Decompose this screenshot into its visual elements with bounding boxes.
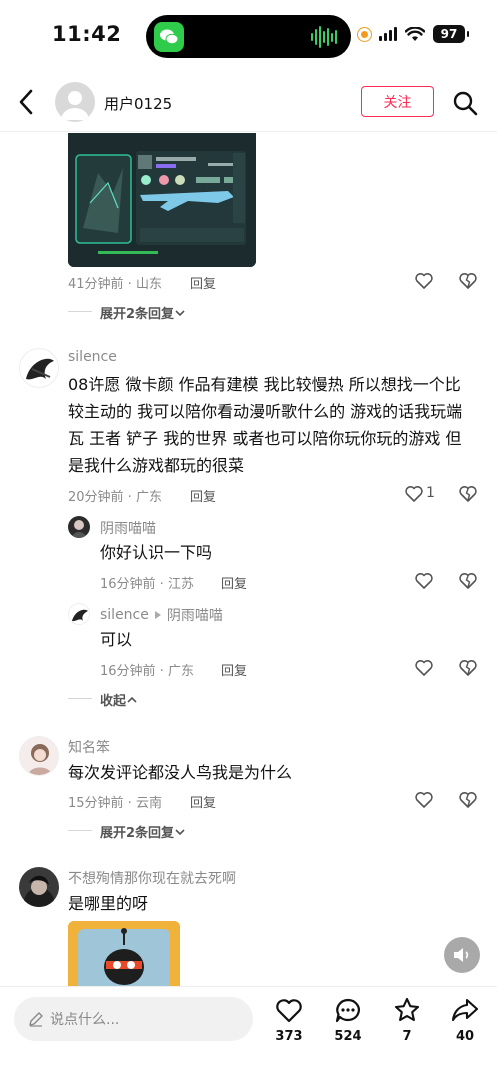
- pencil-icon: [29, 1012, 43, 1027]
- replier-name[interactable]: silence: [100, 607, 149, 623]
- collapse-replies-button[interactable]: 收起: [100, 690, 138, 709]
- like-count: 1: [426, 485, 435, 501]
- search-icon[interactable]: [452, 90, 478, 116]
- dynamic-island: [146, 15, 351, 58]
- reply-text: 可以: [100, 630, 133, 649]
- heart-icon[interactable]: [414, 790, 434, 810]
- reply-to-arrow-icon: [154, 611, 161, 619]
- reply-button[interactable]: 回复: [190, 486, 216, 505]
- wechat-icon: [154, 22, 184, 52]
- reply-header: silence 阴雨喵喵: [100, 605, 223, 625]
- comment-button[interactable]: 524: [328, 997, 368, 1044]
- comment-icon: [335, 998, 360, 1023]
- broken-heart-icon[interactable]: [458, 484, 478, 504]
- star-icon: [394, 997, 420, 1022]
- commenter-name[interactable]: 知名笨: [68, 737, 110, 757]
- comment-list[interactable]: 41分钟前 · 山东 回复 展开2条回复 silence 08许愿 微卡颜 作品…: [0, 133, 497, 986]
- reply-meta: 16分钟前 · 江苏: [100, 577, 194, 592]
- comment-image-toy[interactable]: [68, 921, 180, 986]
- like-count: 373: [275, 1029, 303, 1044]
- comment-input[interactable]: 说点什么...: [14, 997, 253, 1041]
- bottom-action-bar: 说点什么... 373 524 7 40: [0, 986, 497, 1080]
- chevron-down-icon: [175, 828, 185, 835]
- chevron-up-icon: [127, 696, 137, 703]
- status-time: 11:42: [52, 22, 122, 46]
- reply-meta: 16分钟前 · 广东: [100, 664, 194, 679]
- reply-text: 你好认识一下吗: [100, 543, 213, 562]
- reply-target-name[interactable]: 阴雨喵喵: [167, 605, 223, 625]
- comment-input-placeholder: 说点什么...: [50, 1012, 120, 1028]
- replier-name[interactable]: 阴雨喵喵: [100, 518, 156, 538]
- profile-header: 用户0125 关注: [0, 74, 497, 132]
- chevron-left-icon[interactable]: [16, 88, 38, 116]
- cellular-signal-icon: [379, 27, 397, 41]
- favorite-count: 7: [402, 1029, 412, 1044]
- reply-button[interactable]: 回复: [190, 273, 216, 292]
- comment-text: 是哪里的呀: [68, 894, 149, 913]
- comment-meta: 41分钟前 · 山东: [68, 277, 162, 292]
- broken-heart-icon[interactable]: [458, 271, 478, 291]
- comment-text: 每次发评论都没人鸟我是为什么: [68, 763, 293, 782]
- replier-avatar[interactable]: [68, 603, 90, 625]
- favorite-button[interactable]: 7: [387, 997, 427, 1044]
- commenter-name[interactable]: 不想殉情那你现在就去死啊: [68, 868, 236, 888]
- commenter-avatar[interactable]: [19, 867, 59, 907]
- comment-count: 524: [334, 1029, 362, 1044]
- comment-text: 08许愿 微卡颜 作品有建模 我比较慢热 所以想找一个比较主动的 我可以陪你看动…: [68, 375, 463, 475]
- recording-indicator-icon: [358, 27, 371, 41]
- user-avatar[interactable]: [55, 82, 95, 122]
- reply-button[interactable]: 回复: [190, 792, 216, 811]
- heart-icon[interactable]: [404, 484, 424, 504]
- follow-button[interactable]: 关注: [361, 86, 434, 117]
- heart-icon[interactable]: [414, 658, 434, 678]
- commenter-avatar[interactable]: [19, 736, 59, 776]
- expand-replies-button[interactable]: 展开2条回复: [100, 822, 186, 841]
- share-button[interactable]: 40: [445, 997, 485, 1044]
- header-username[interactable]: 用户0125: [104, 93, 172, 114]
- heart-icon: [276, 999, 302, 1023]
- sound-toggle-button[interactable]: [444, 937, 480, 973]
- comment-meta: 15分钟前 · 云南: [68, 796, 162, 811]
- speaker-icon: [454, 948, 469, 962]
- comment-meta: 20分钟前 · 广东: [68, 490, 162, 505]
- share-icon: [451, 998, 479, 1022]
- reply-button[interactable]: 回复: [221, 660, 247, 679]
- audio-wave-icon: [311, 26, 337, 48]
- commenter-avatar[interactable]: [19, 348, 59, 388]
- broken-heart-icon[interactable]: [458, 790, 478, 810]
- broken-heart-icon[interactable]: [458, 571, 478, 591]
- commenter-name[interactable]: silence: [68, 349, 117, 365]
- heart-icon[interactable]: [414, 271, 434, 291]
- share-count: 40: [455, 1029, 475, 1044]
- like-button[interactable]: 373: [269, 997, 309, 1044]
- battery-indicator: 97: [433, 25, 469, 43]
- replier-avatar[interactable]: [68, 516, 90, 538]
- chevron-down-icon: [175, 309, 185, 316]
- status-bar: 11:42 97: [0, 0, 497, 74]
- wifi-icon: [405, 26, 425, 41]
- reply-button[interactable]: 回复: [221, 573, 247, 592]
- heart-icon[interactable]: [414, 571, 434, 591]
- expand-replies-button[interactable]: 展开2条回复: [100, 303, 186, 322]
- broken-heart-icon[interactable]: [458, 658, 478, 678]
- comment-image-game-skin[interactable]: [68, 133, 256, 267]
